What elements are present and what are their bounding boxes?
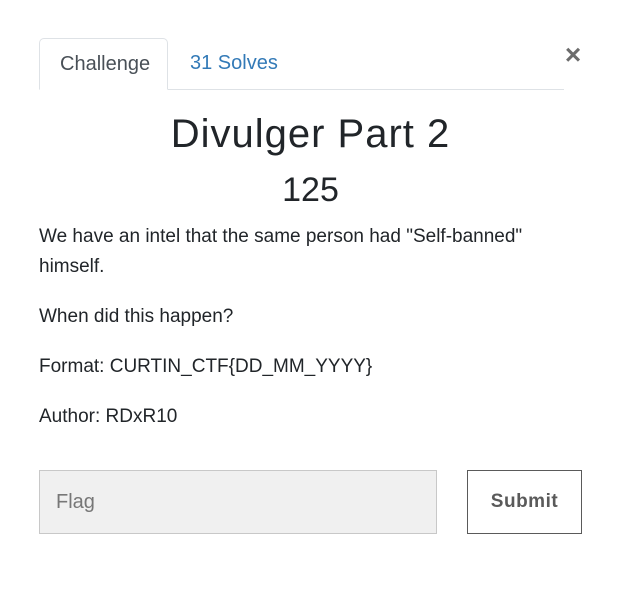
description-line: Author: RDxR10	[39, 406, 178, 427]
challenge-value: 125	[282, 171, 339, 209]
tab-solves[interactable]: 31 Solves	[170, 38, 298, 89]
challenge-tabs: Challenge 31 Solves	[39, 38, 564, 90]
challenge-modal: Challenge 31 Solves × Divulger Part 2 12…	[0, 0, 621, 592]
description-line: When did this happen?	[39, 306, 234, 327]
tab-challenge[interactable]: Challenge	[39, 38, 168, 90]
close-icon[interactable]: ×	[562, 41, 584, 69]
flag-input[interactable]	[39, 470, 437, 534]
submit-button[interactable]: Submit	[467, 470, 582, 534]
description-line: We have an intel that the same person ha…	[39, 226, 523, 277]
challenge-name: Divulger Part 2	[170, 112, 451, 156]
description-line: Format: CURTIN_CTF{DD_MM_YYYY}	[39, 356, 373, 377]
challenge-description: We have an intel that the same person ha…	[39, 222, 569, 452]
